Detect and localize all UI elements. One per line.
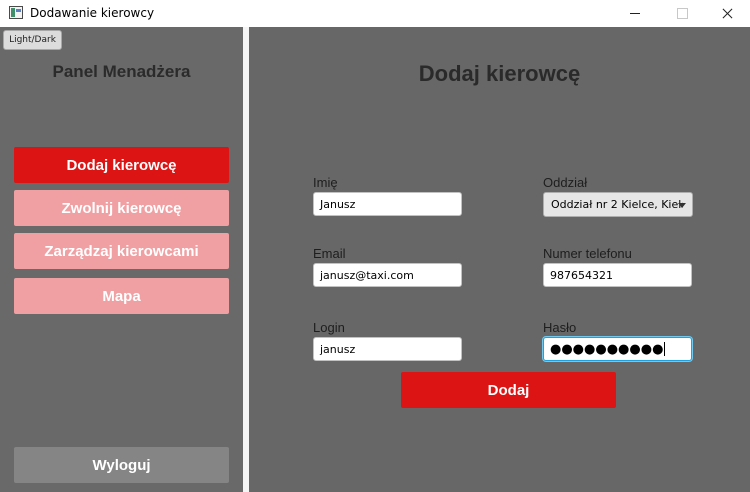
login-label: Login <box>313 320 345 335</box>
password-masked-value: ●●●●●●●●●● <box>550 341 664 357</box>
dismiss-driver-nav-button[interactable]: Zwolnij kierowcę <box>14 190 229 226</box>
phone-label: Numer telefonu <box>543 246 632 261</box>
text-caret <box>664 342 666 356</box>
branch-label: Oddział <box>543 175 588 190</box>
branch-select-value: Oddział nr 2 Kielce, Kielce <box>551 198 683 211</box>
branch-select[interactable]: Oddział nr 2 Kielce, Kielce <box>543 192 693 217</box>
add-driver-form: Dodaj kierowcę Imię Janusz Oddział Oddzi… <box>249 27 750 492</box>
add-driver-submit-button[interactable]: Dodaj <box>401 372 616 408</box>
map-nav-button[interactable]: Mapa <box>14 278 229 314</box>
email-input[interactable]: janusz@taxi.com <box>313 263 462 287</box>
sidebar: Light/Dark Panel Menadżera Dodaj kierowc… <box>0 27 243 492</box>
manage-drivers-nav-button[interactable]: Zarządzaj kierowcami <box>14 233 229 269</box>
maximize-icon[interactable] <box>658 0 704 27</box>
logout-button[interactable]: Wyloguj <box>14 447 229 483</box>
chevron-down-icon <box>678 203 686 208</box>
theme-toggle-button[interactable]: Light/Dark <box>3 30 62 50</box>
app-content: Light/Dark Panel Menadżera Dodaj kierowc… <box>0 27 750 492</box>
first-name-label: Imię <box>313 175 338 190</box>
panel-title: Panel Menadżera <box>52 62 191 81</box>
minimize-icon[interactable] <box>612 0 658 27</box>
page-title: Dodaj kierowcę <box>418 61 581 86</box>
phone-input[interactable]: 987654321 <box>543 263 692 287</box>
window-titlebar: Dodawanie kierowcy <box>0 0 750 27</box>
first-name-input[interactable]: Janusz <box>313 192 462 216</box>
password-label: Hasło <box>543 320 577 335</box>
close-icon[interactable] <box>704 0 750 27</box>
window-title: Dodawanie kierowcy <box>30 6 155 20</box>
password-input[interactable]: ●●●●●●●●●● <box>543 337 692 361</box>
login-input[interactable]: janusz <box>313 337 462 361</box>
app-window-icon <box>9 6 23 19</box>
add-driver-nav-button[interactable]: Dodaj kierowcę <box>14 147 229 183</box>
email-label: Email <box>313 246 346 261</box>
